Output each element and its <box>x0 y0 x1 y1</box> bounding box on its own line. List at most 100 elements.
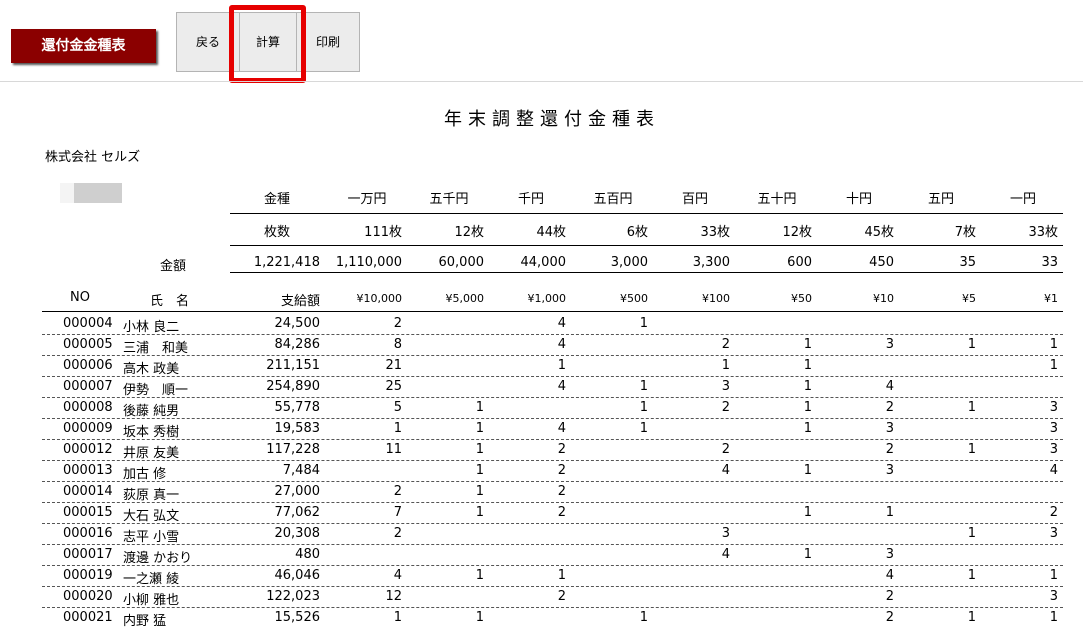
row-name: 三浦 和美 <box>123 341 189 356</box>
row-name: 坂本 秀樹 <box>123 425 180 440</box>
column-header-denomination: ¥10 <box>873 292 894 305</box>
row-separator <box>42 418 1063 419</box>
sheet-title-banner: 還付金金種表 <box>11 29 156 63</box>
row-count: 1 <box>475 568 484 583</box>
row-count: 5 <box>393 400 402 415</box>
row-name: 大石 弘文 <box>123 509 180 524</box>
row-count: 4 <box>557 316 566 331</box>
row-count: 4 <box>557 379 566 394</box>
row-name: 高木 政美 <box>123 362 180 377</box>
row-count: 3 <box>721 379 730 394</box>
row-no: 000006 <box>63 358 113 373</box>
row-amount: 117,228 <box>266 442 320 457</box>
report-title: 年末調整還付金種表 <box>444 109 660 130</box>
calculate-button[interactable]: 計算 <box>239 12 297 72</box>
column-header-denomination: ¥5 <box>962 292 976 305</box>
row-count: 3 <box>885 547 894 562</box>
row-count: 1 <box>967 610 976 625</box>
row-count: 1 <box>803 463 812 478</box>
row-name: 渡邊 かおり <box>123 551 193 566</box>
back-button[interactable]: 戻る <box>176 12 240 72</box>
denomination-name: 五円 <box>927 192 954 207</box>
row-count: 3 <box>1049 400 1058 415</box>
row-count: 1 <box>639 400 648 415</box>
row-separator <box>42 439 1063 440</box>
denomination-name: 千円 <box>517 192 544 207</box>
denomination-name: 一万円 <box>347 192 387 207</box>
row-count: 8 <box>393 337 402 352</box>
row-count: 2 <box>885 400 894 415</box>
row-name: 後藤 純男 <box>123 404 180 419</box>
row-count: 3 <box>885 421 894 436</box>
denomination-count: 12枚 <box>782 225 812 240</box>
company-name: 株式会社 セルズ <box>45 150 141 165</box>
row-name: 志平 小雪 <box>123 530 180 545</box>
row-amount: 122,023 <box>266 589 320 604</box>
denomination-amount: 60,000 <box>438 255 485 270</box>
row-count: 1 <box>803 379 812 394</box>
column-header-denomination: ¥500 <box>620 292 648 305</box>
table-header-rule <box>42 311 1063 312</box>
row-separator <box>42 607 1063 608</box>
row-amount: 254,890 <box>266 379 320 394</box>
row-amount: 20,308 <box>274 526 321 541</box>
summary-rule-3 <box>230 272 1063 273</box>
row-separator <box>42 376 1063 377</box>
row-amount: 211,151 <box>266 358 320 373</box>
row-separator <box>42 355 1063 356</box>
row-no: 000012 <box>63 442 113 457</box>
denomination-amount: 44,000 <box>520 255 567 270</box>
row-name: 井原 友美 <box>123 446 180 461</box>
row-amount: 19,583 <box>274 421 321 436</box>
row-count: 3 <box>885 337 894 352</box>
column-header-amount: 支給額 <box>280 294 320 309</box>
row-count: 1 <box>475 484 484 499</box>
row-amount: 27,000 <box>274 484 321 499</box>
row-count: 1 <box>475 442 484 457</box>
row-name: 加古 修 <box>123 467 167 482</box>
print-button[interactable]: 印刷 <box>296 12 360 72</box>
redacted-box <box>60 183 122 203</box>
denomination-amount: 35 <box>959 255 976 270</box>
row-name: 小林 良二 <box>123 320 180 335</box>
row-count: 2 <box>557 484 566 499</box>
denomination-count: 44枚 <box>536 225 566 240</box>
row-count: 2 <box>557 589 566 604</box>
row-name: 小柳 雅也 <box>123 593 180 608</box>
total-amount: 1,221,418 <box>253 255 320 270</box>
denomination-name: 一円 <box>1009 192 1036 207</box>
row-count: 1 <box>967 400 976 415</box>
column-header-denomination: ¥1,000 <box>527 292 567 305</box>
row-count: 1 <box>639 421 648 436</box>
denomination-count: 33枚 <box>700 225 730 240</box>
row-count: 4 <box>885 568 894 583</box>
row-count: 7 <box>393 505 402 520</box>
column-header-denomination: ¥10,000 <box>356 292 403 305</box>
row-count: 1 <box>721 358 730 373</box>
row-name: 内野 猛 <box>123 614 167 628</box>
row-amount: 46,046 <box>274 568 321 583</box>
row-separator <box>42 397 1063 398</box>
row-count: 2 <box>557 442 566 457</box>
row-amount: 84,286 <box>274 337 321 352</box>
row-count: 1 <box>967 526 976 541</box>
row-name: 荻原 真一 <box>123 488 180 503</box>
row-separator <box>42 502 1063 503</box>
row-count: 2 <box>721 400 730 415</box>
column-header-denomination: ¥5,000 <box>445 292 485 305</box>
denomination-count: 45枚 <box>864 225 894 240</box>
row-count: 25 <box>385 379 402 394</box>
column-header-name: 氏 名 <box>150 294 190 309</box>
row-count: 21 <box>385 358 402 373</box>
row-count: 1 <box>803 421 812 436</box>
denomination-count: 111枚 <box>364 225 402 240</box>
denomination-name: 五百円 <box>593 192 633 207</box>
row-separator <box>42 334 1063 335</box>
row-count: 2 <box>885 589 894 604</box>
row-amount: 480 <box>295 547 320 562</box>
row-count: 1 <box>475 463 484 478</box>
row-count: 1 <box>639 610 648 625</box>
row-count: 1 <box>967 442 976 457</box>
row-no: 000014 <box>63 484 113 499</box>
amount-label: 金額 <box>160 259 187 274</box>
